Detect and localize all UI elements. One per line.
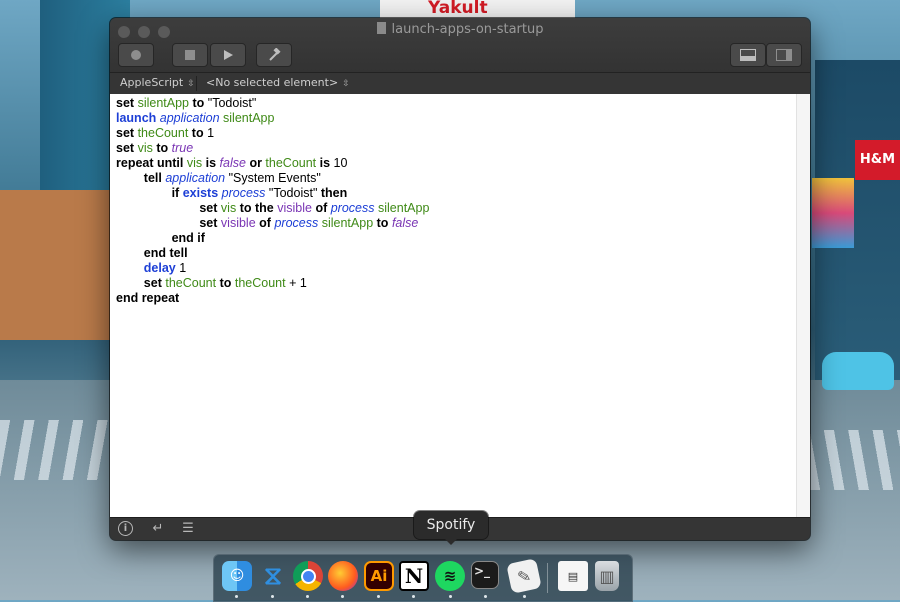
stop-icon [185, 50, 195, 60]
show-library-button[interactable] [766, 43, 802, 67]
running-indicator [449, 595, 452, 598]
running-indicator [341, 595, 344, 598]
updown-chevron-icon: ⇳ [342, 79, 350, 89]
code-line-6: tell application "System Events" [143, 171, 321, 185]
background-car [822, 352, 894, 390]
running-indicator [271, 595, 274, 598]
running-indicator [412, 595, 415, 598]
show-log-button[interactable] [730, 43, 766, 67]
code-line-12: delay 1 [143, 261, 187, 275]
document-icon[interactable]: ▤ [558, 561, 588, 591]
language-selector[interactable]: AppleScript ⇳ [116, 76, 199, 89]
navbar-divider [196, 76, 197, 91]
billboard-yakult-text: Yakult [428, 0, 488, 18]
code-line-2: launch application silentApp [116, 111, 275, 125]
hammer-icon [269, 48, 281, 61]
terminal-icon[interactable]: >_ [471, 561, 499, 589]
script-editor-window: launch-apps-on-startup AppleScript ⇳ <No … [110, 18, 810, 540]
running-indicator [235, 595, 238, 598]
finder-icon[interactable]: ☺ [222, 561, 252, 591]
updown-chevron-icon: ⇳ [187, 79, 195, 89]
dock: ☺ ⧖ Ai N ≋ >_ ✎ ▤ ▥ [213, 554, 633, 602]
trash-icon[interactable]: ▥ [595, 561, 619, 591]
language-selector-label: AppleScript [120, 76, 184, 89]
compile-button[interactable] [256, 43, 292, 67]
code-line-9: set visible of process silentApp to fals… [199, 216, 419, 230]
script-editor-icon[interactable]: ✎ [506, 558, 542, 594]
code-line-14: end repeat [116, 291, 180, 305]
billboard-hm: H&M [855, 140, 900, 180]
dock-separator [547, 563, 548, 593]
code-line-8: set vis to the visible of process silent… [199, 201, 430, 215]
element-selector[interactable]: <No selected element> ⇳ [202, 76, 354, 89]
list-icon[interactable]: ☰ [180, 521, 196, 537]
running-indicator [523, 595, 526, 598]
code-line-1: set silentApp to "Todoist" [116, 96, 257, 110]
return-icon[interactable]: ↵ [150, 521, 166, 537]
chrome-icon[interactable] [293, 561, 323, 591]
window-title: launch-apps-on-startup [110, 22, 810, 37]
element-selector-label: <No selected element> [206, 76, 339, 89]
run-button[interactable] [210, 43, 246, 67]
run-icon [224, 50, 233, 60]
stop-button[interactable] [172, 43, 208, 67]
code-line-5: repeat until vis is false or theCount is… [116, 156, 348, 170]
title-bar[interactable]: launch-apps-on-startup [110, 18, 810, 72]
background-crosswalk [810, 430, 900, 490]
info-icon[interactable]: i [118, 521, 133, 536]
window-title-text: launch-apps-on-startup [391, 22, 544, 37]
record-button[interactable] [118, 43, 154, 67]
script-editor-text-area[interactable]: set silentApp to "Todoist" launch applic… [110, 94, 796, 517]
code-line-13: set theCount to theCount + 1 [143, 276, 307, 290]
firefox-icon[interactable] [328, 561, 358, 591]
running-indicator [377, 595, 380, 598]
illustrator-icon[interactable]: Ai [364, 561, 394, 591]
bottom-panel-icon [740, 49, 756, 61]
vertical-scrollbar[interactable] [796, 94, 810, 517]
script-code: set silentApp to "Todoist" launch applic… [116, 96, 429, 306]
spotify-icon[interactable]: ≋ [435, 561, 465, 591]
code-line-3: set theCount to 1 [116, 126, 215, 140]
background-crosswalk [0, 420, 110, 480]
code-line-10: end if [171, 231, 205, 245]
vscode-icon[interactable]: ⧖ [258, 561, 288, 591]
notion-icon[interactable]: N [399, 561, 429, 591]
billboard-yakult: Yakult [380, 0, 575, 18]
running-indicator [306, 595, 309, 598]
code-line-4: set vis to true [116, 141, 194, 155]
billboard-anime [812, 178, 854, 248]
navigation-bar: AppleScript ⇳ <No selected element> ⇳ [110, 72, 810, 95]
background-building [0, 190, 110, 340]
code-line-7: if exists process "Todoist" then [171, 186, 348, 200]
side-panel-icon [776, 49, 792, 61]
record-icon [131, 50, 141, 60]
code-line-11: end tell [143, 246, 188, 260]
dock-tooltip: Spotify [414, 511, 488, 545]
running-indicator [484, 595, 487, 598]
document-icon [376, 22, 386, 34]
